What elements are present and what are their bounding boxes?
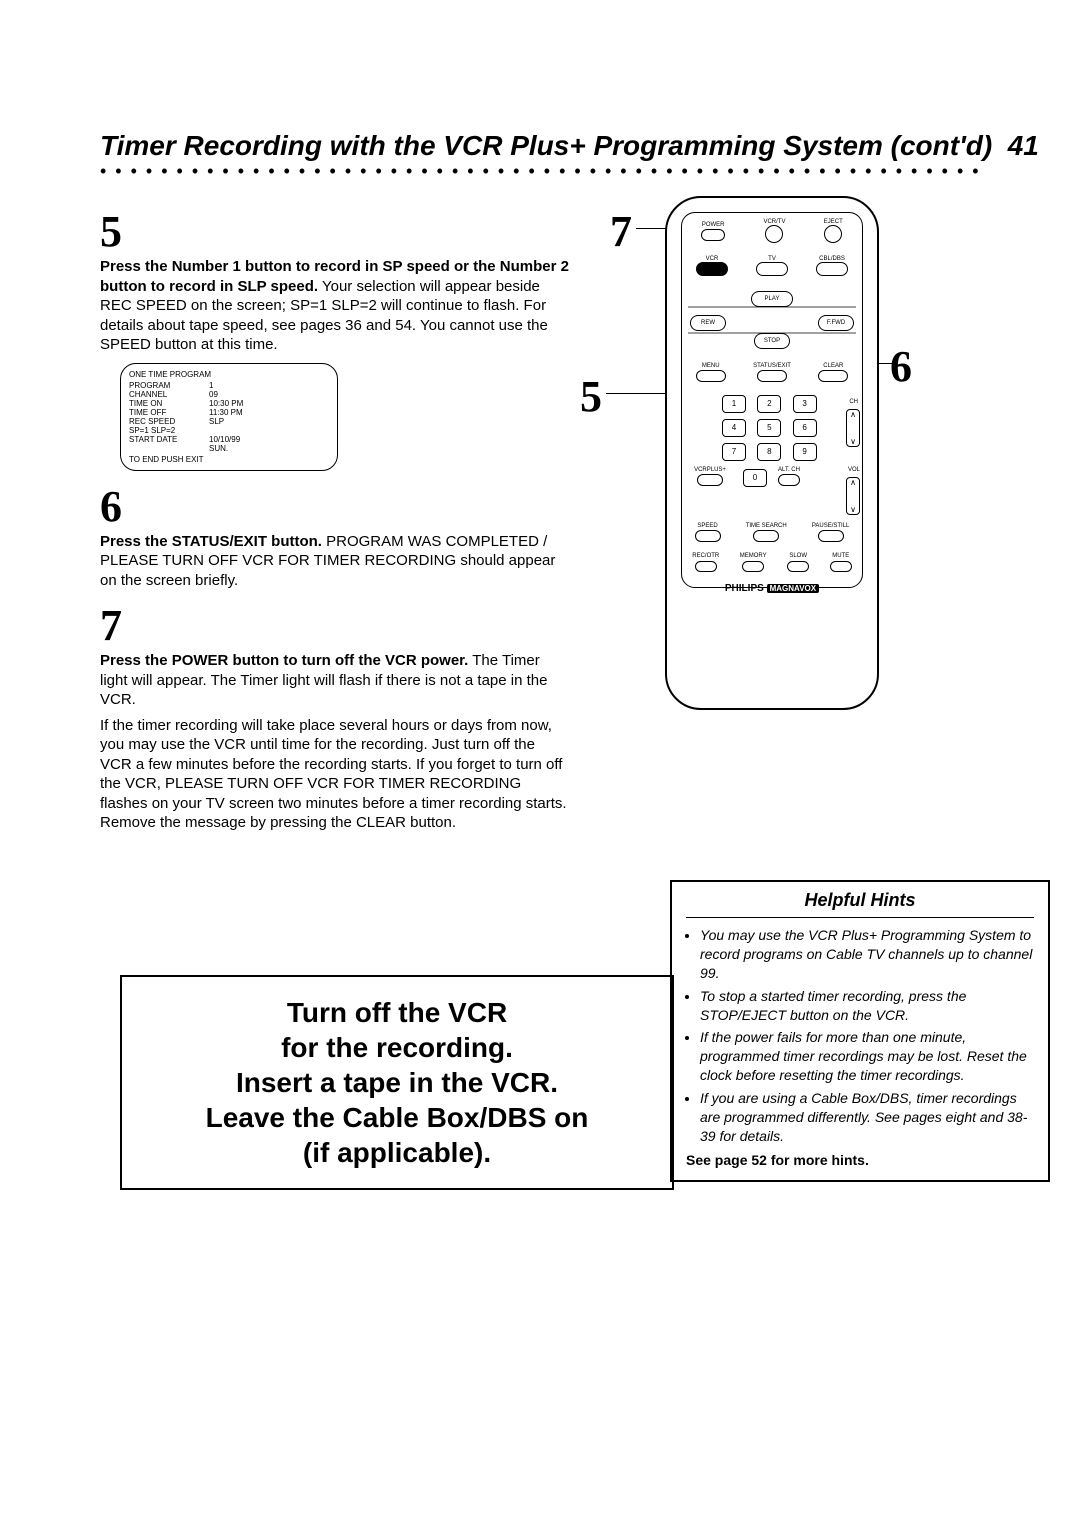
brand-row: PHILIPS MAGNAVOX [682, 583, 862, 594]
osd-row: REC SPEEDSLP [129, 417, 329, 426]
slow-button[interactable] [787, 561, 809, 572]
chevron-up-icon: ∧ [850, 410, 856, 419]
brand-philips: PHILIPS [725, 583, 764, 594]
vcrplus-button[interactable] [697, 474, 723, 486]
rec-button[interactable] [695, 561, 717, 572]
clear-label: CLEAR [818, 363, 848, 369]
osd-screen: ONE TIME PROGRAM PROGRAM1CHANNEL09TIME O… [120, 363, 338, 471]
altch-label: ALT. CH [772, 467, 806, 473]
osd-row: TIME ON10:30 PM [129, 399, 329, 408]
vol-rocker[interactable]: ∧ ∨ [846, 477, 860, 515]
reminder-l4: Leave the Cable Box/DBS on [132, 1100, 662, 1135]
title-text: Timer Recording with the VCR Plus+ Progr… [100, 130, 992, 161]
rec-label: REC/OTR [692, 553, 719, 559]
osd-title: ONE TIME PROGRAM [129, 370, 329, 379]
step-7-rest2: If the timer recording will take place s… [100, 717, 567, 832]
step-6-text: Press the STATUS/EXIT button. PROGRAM WA… [100, 532, 570, 591]
page-title: Timer Recording with the VCR Plus+ Progr… [100, 130, 980, 162]
chevron-down-icon: ∨ [850, 437, 856, 446]
key-7[interactable]: 7 [722, 443, 746, 461]
step-6-number: 6 [100, 481, 570, 532]
step-7-bold: Press the POWER button to turn off the V… [100, 652, 468, 669]
status-exit-button[interactable] [757, 370, 787, 382]
hints-item: If the power fails for more than one min… [700, 1028, 1034, 1085]
pause-label: PAUSE/STILL [812, 523, 850, 529]
key-3[interactable]: 3 [793, 395, 817, 413]
hints-list: You may use the VCR Plus+ Programming Sy… [686, 926, 1034, 1146]
eject-button[interactable] [824, 225, 842, 243]
menu-button[interactable] [696, 370, 726, 382]
brand-magnavox: MAGNAVOX [767, 584, 820, 593]
memory-button[interactable] [742, 561, 764, 572]
reminder-l2: for the recording. [132, 1030, 662, 1065]
key-4[interactable]: 4 [722, 419, 746, 437]
reminder-l1: Turn off the VCR [132, 995, 662, 1030]
hints-heading: Helpful Hints [686, 890, 1034, 918]
hints-item: If you are using a Cable Box/DBS, timer … [700, 1089, 1034, 1146]
key-6[interactable]: 6 [793, 419, 817, 437]
remote-control: POWER VCR/TV EJECT VCR [665, 196, 879, 710]
power-label: POWER [701, 222, 725, 228]
key-0[interactable]: 0 [743, 469, 767, 487]
chevron-down-icon: ∨ [850, 505, 856, 514]
remote-panel: POWER VCR/TV EJECT VCR [681, 212, 863, 588]
title-divider: • • • • • • • • • • • • • • • • • • • • … [100, 166, 980, 176]
reminder-l5: (if applicable). [132, 1135, 662, 1170]
manual-page: Timer Recording with the VCR Plus+ Progr… [100, 130, 980, 833]
mute-label: MUTE [830, 553, 852, 559]
reminder-l3: Insert a tape in the VCR. [132, 1065, 662, 1100]
ch-rocker[interactable]: ∧ ∨ [846, 409, 860, 447]
tab-tv[interactable] [756, 262, 788, 276]
step-7-number: 7 [100, 600, 570, 651]
speed-button[interactable] [695, 530, 721, 542]
step-6-bold: Press the STATUS/EXIT button. [100, 533, 322, 550]
osd-row: START DATE10/10/99 [129, 435, 329, 444]
step-5-number: 5 [100, 206, 570, 257]
step-7-text: Press the POWER button to turn off the V… [100, 651, 570, 833]
helpful-hints-box: Helpful Hints You may use the VCR Plus+ … [670, 880, 1050, 1182]
tab-cbl[interactable] [816, 262, 848, 276]
clear-button[interactable] [818, 370, 848, 382]
hints-item: You may use the VCR Plus+ Programming Sy… [700, 926, 1034, 983]
hints-footer: See page 52 for more hints. [686, 1152, 1034, 1168]
osd-row: SUN. [129, 444, 329, 453]
callout-7: 7 [610, 206, 632, 257]
status-label: STATUS/EXIT [753, 363, 791, 369]
key-2[interactable]: 2 [757, 395, 781, 413]
vcrtv-button[interactable] [765, 225, 783, 243]
osd-row: CHANNEL09 [129, 390, 329, 399]
step-5-text: Press the Number 1 button to record in S… [100, 257, 570, 355]
tab-vcr[interactable] [696, 262, 728, 276]
timesearch-label: TIME SEARCH [746, 523, 787, 529]
callout-6: 6 [890, 341, 912, 392]
key-8[interactable]: 8 [757, 443, 781, 461]
osd-footer: TO END PUSH EXIT [129, 455, 329, 464]
vcrplus-label: VCRPLUS+ [682, 467, 738, 473]
slow-label: SLOW [787, 553, 809, 559]
callout-5: 5 [580, 371, 602, 422]
key-9[interactable]: 9 [793, 443, 817, 461]
ch-label: CH [849, 399, 858, 405]
altch-button[interactable] [778, 474, 800, 486]
pause-button[interactable] [818, 530, 844, 542]
hints-item: To stop a started timer recording, press… [700, 987, 1034, 1025]
chevron-up-icon: ∧ [850, 478, 856, 487]
reminder-box: Turn off the VCR for the recording. Inse… [120, 975, 674, 1190]
menu-label: MENU [696, 363, 726, 369]
mute-button[interactable] [830, 561, 852, 572]
right-column: 7 5 6 POWER VCR/TV [570, 196, 980, 833]
osd-row: TIME OFF11:30 PM [129, 408, 329, 417]
vol-label: VOL [848, 467, 860, 473]
left-column: 5 Press the Number 1 button to record in… [100, 196, 570, 833]
osd-row: PROGRAM1 [129, 381, 329, 390]
speed-label: SPEED [695, 523, 721, 529]
osd-row: SP=1 SLP=2 [129, 426, 329, 435]
key-5[interactable]: 5 [757, 419, 781, 437]
key-1[interactable]: 1 [722, 395, 746, 413]
page-number: 41 [1008, 130, 1039, 161]
memory-label: MEMORY [740, 553, 767, 559]
power-button[interactable] [701, 229, 725, 241]
timesearch-button[interactable] [753, 530, 779, 542]
